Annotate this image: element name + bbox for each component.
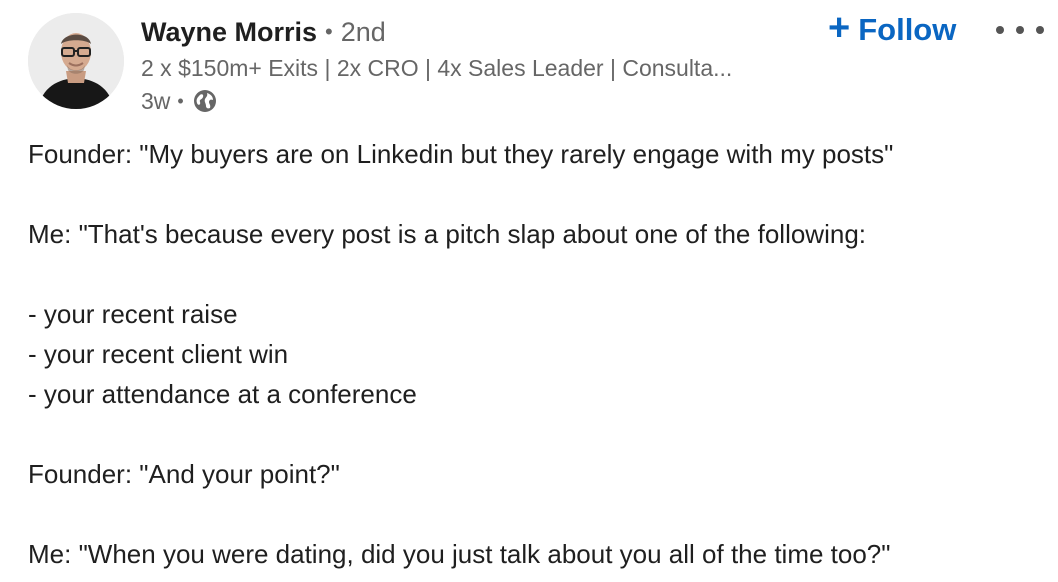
author-row: Wayne Morris • 2nd bbox=[141, 14, 386, 50]
list-item: - your recent client win bbox=[28, 339, 289, 369]
list-item: - your attendance at a conference bbox=[28, 379, 417, 409]
globe-icon[interactable] bbox=[192, 88, 218, 114]
post-meta: 3w • bbox=[141, 86, 218, 116]
post-line: Founder: "And your point?" bbox=[28, 459, 340, 489]
profile-photo bbox=[28, 13, 124, 109]
more-dot-icon bbox=[1016, 26, 1024, 34]
post-body: Founder: "My buyers are on Linkedin but … bbox=[28, 134, 1038, 574]
follow-label: Follow bbox=[858, 12, 957, 47]
post-line-blank bbox=[28, 174, 1038, 214]
avatar[interactable] bbox=[28, 13, 124, 109]
post-line: Me: "When you were dating, did you just … bbox=[28, 539, 891, 569]
list-item: - your recent raise bbox=[28, 299, 238, 329]
plus-icon: + bbox=[828, 7, 851, 49]
author-headline: 2 x $150m+ Exits | 2x CRO | 4x Sales Lea… bbox=[141, 55, 733, 81]
follow-button[interactable]: + Follow bbox=[828, 7, 957, 50]
post-line-blank bbox=[28, 494, 1038, 534]
post-header: Wayne Morris • 2nd 2 x $150m+ Exits | 2x… bbox=[0, 0, 1058, 130]
connection-degree: 2nd bbox=[340, 16, 386, 47]
meta-separator: • bbox=[177, 90, 184, 111]
more-dot-icon bbox=[1036, 26, 1044, 34]
more-options-button[interactable] bbox=[996, 20, 1044, 40]
author-name[interactable]: Wayne Morris bbox=[141, 17, 317, 48]
post-age: 3w bbox=[141, 87, 171, 114]
post-line-blank bbox=[28, 254, 1038, 294]
degree-separator: • bbox=[325, 19, 333, 44]
post-line: Founder: "My buyers are on Linkedin but … bbox=[28, 139, 894, 169]
post-line-blank bbox=[28, 414, 1038, 454]
more-dot-icon bbox=[996, 26, 1004, 34]
post-line: Me: "That's because every post is a pitc… bbox=[28, 219, 867, 249]
